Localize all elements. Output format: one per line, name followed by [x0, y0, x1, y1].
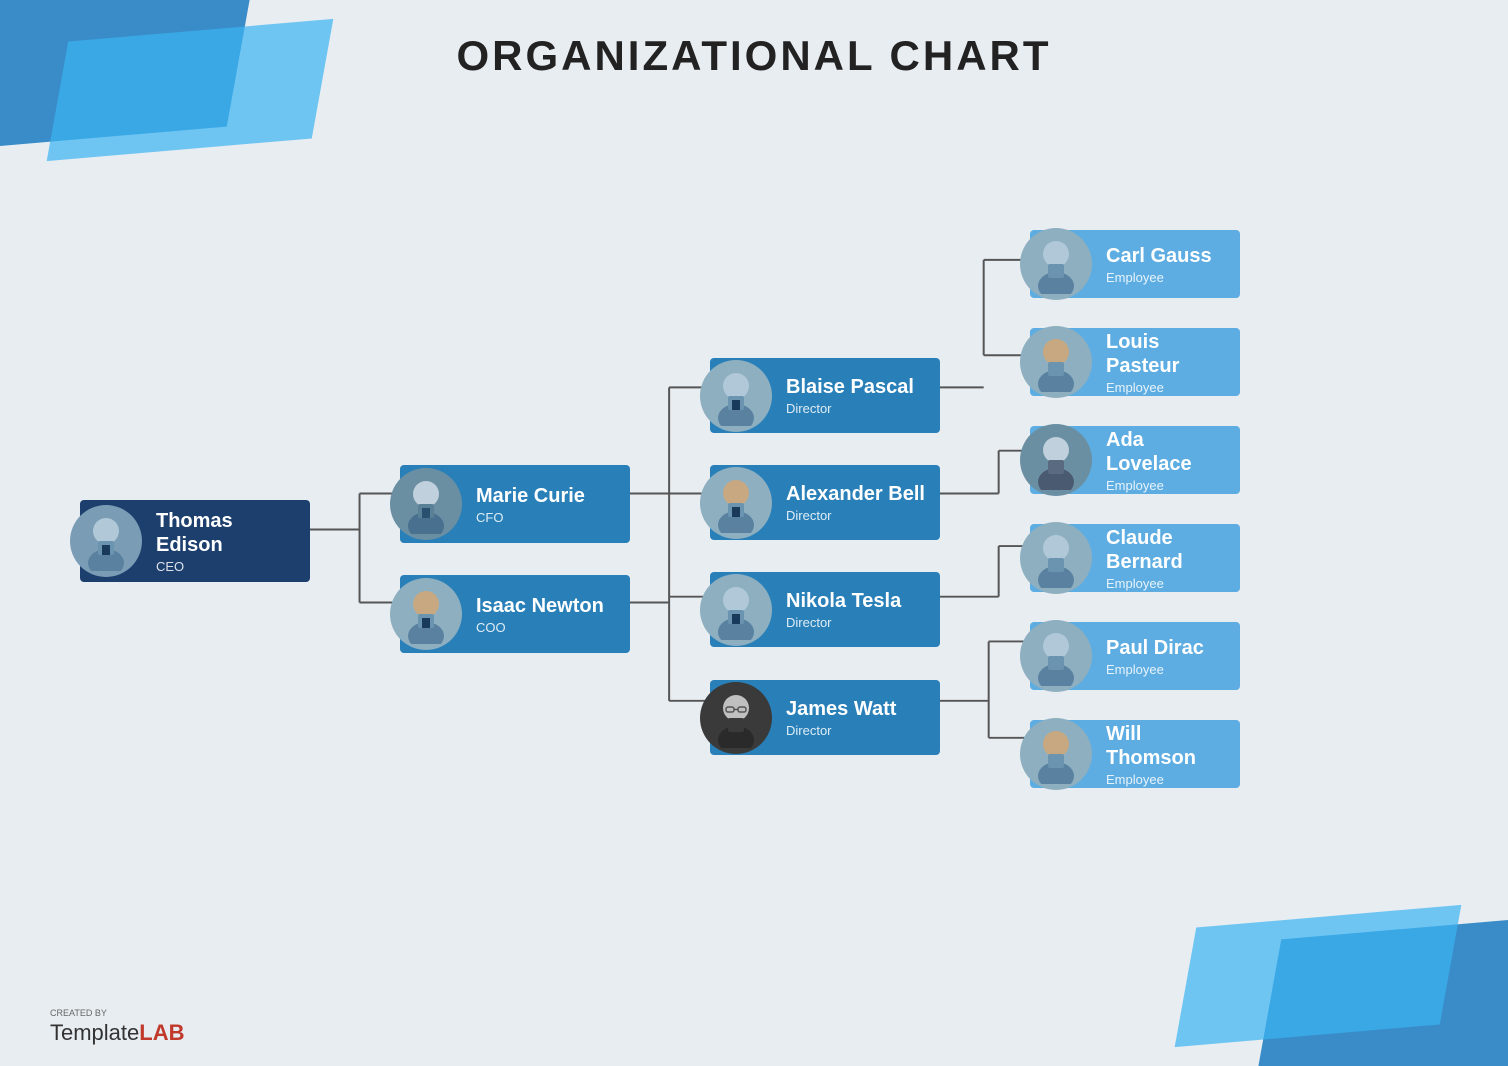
footer-template: Template — [50, 1020, 139, 1045]
avatar-bernard — [1020, 522, 1092, 594]
footer-lab: LAB — [139, 1020, 184, 1045]
pasteur-name: Louis Pasteur — [1106, 330, 1226, 378]
lovelace-text: Ada Lovelace Employee — [1092, 420, 1240, 501]
cfo-name: Marie Curie — [476, 484, 616, 508]
avatar-pasteur — [1020, 326, 1092, 398]
cfo-role: CFO — [476, 510, 616, 525]
avatar-watt — [700, 682, 772, 754]
lovelace-role: Employee — [1106, 478, 1226, 493]
avatar-coo — [390, 578, 462, 650]
node-pascal: Blaise Pascal Director — [710, 358, 940, 433]
ceo-name: Thomas Edison — [156, 509, 296, 557]
gauss-name: Carl Gauss — [1106, 244, 1226, 268]
coo-text: Isaac Newton COO — [462, 586, 630, 643]
node-dirac: Paul Dirac Employee — [1030, 622, 1240, 690]
avatar-ceo — [70, 505, 142, 577]
watt-name: James Watt — [786, 697, 926, 721]
node-tesla: Nikola Tesla Director — [710, 572, 940, 647]
bernard-role: Employee — [1106, 576, 1226, 591]
footer: CREATED BY TemplateLAB — [50, 1008, 185, 1046]
pasteur-role: Employee — [1106, 380, 1226, 395]
node-lovelace: Ada Lovelace Employee — [1030, 426, 1240, 494]
lovelace-name: Ada Lovelace — [1106, 428, 1226, 476]
node-gauss: Carl Gauss Employee — [1030, 230, 1240, 298]
ceo-text: Thomas Edison CEO — [142, 501, 310, 582]
node-cfo: Marie Curie CFO — [400, 465, 630, 543]
dirac-name: Paul Dirac — [1106, 636, 1226, 660]
pasteur-text: Louis Pasteur Employee — [1092, 322, 1240, 403]
pascal-text: Blaise Pascal Director — [772, 367, 940, 424]
pascal-role: Director — [786, 401, 926, 416]
avatar-gauss — [1020, 228, 1092, 300]
avatar-thomson — [1020, 718, 1092, 790]
ceo-role: CEO — [156, 559, 296, 574]
chart-area: Thomas Edison CEO Marie Curie CFO — [30, 110, 1478, 986]
bernard-text: Claude Bernard Employee — [1092, 518, 1240, 599]
coo-role: COO — [476, 620, 616, 635]
dirac-role: Employee — [1106, 662, 1226, 677]
bell-role: Director — [786, 508, 926, 523]
bernard-name: Claude Bernard — [1106, 526, 1226, 574]
tesla-role: Director — [786, 615, 926, 630]
cfo-text: Marie Curie CFO — [462, 476, 630, 533]
page-title: ORGANIZATIONAL CHART — [0, 32, 1508, 80]
avatar-dirac — [1020, 620, 1092, 692]
watt-role: Director — [786, 723, 926, 738]
node-watt: James Watt Director — [710, 680, 940, 755]
node-pasteur: Louis Pasteur Employee — [1030, 328, 1240, 396]
node-ceo: Thomas Edison CEO — [80, 500, 310, 582]
bell-name: Alexander Bell — [786, 482, 926, 506]
bell-text: Alexander Bell Director — [772, 474, 940, 531]
tesla-name: Nikola Tesla — [786, 589, 926, 613]
tesla-text: Nikola Tesla Director — [772, 581, 940, 638]
avatar-bell — [700, 467, 772, 539]
footer-branding: CREATED BY TemplateLAB — [50, 1008, 185, 1046]
node-bernard: Claude Bernard Employee — [1030, 524, 1240, 592]
gauss-text: Carl Gauss Employee — [1092, 236, 1240, 293]
avatar-tesla — [700, 574, 772, 646]
thomson-name: Will Thomson — [1106, 722, 1226, 770]
gauss-role: Employee — [1106, 270, 1226, 285]
coo-name: Isaac Newton — [476, 594, 616, 618]
footer-created-by: CREATED BY — [50, 1008, 185, 1018]
watt-text: James Watt Director — [772, 689, 940, 746]
node-thomson: Will Thomson Employee — [1030, 720, 1240, 788]
node-coo: Isaac Newton COO — [400, 575, 630, 653]
node-bell: Alexander Bell Director — [710, 465, 940, 540]
avatar-lovelace — [1020, 424, 1092, 496]
dirac-text: Paul Dirac Employee — [1092, 628, 1240, 685]
pascal-name: Blaise Pascal — [786, 375, 926, 399]
thomson-text: Will Thomson Employee — [1092, 714, 1240, 795]
avatar-pascal — [700, 360, 772, 432]
avatar-cfo — [390, 468, 462, 540]
thomson-role: Employee — [1106, 772, 1226, 787]
